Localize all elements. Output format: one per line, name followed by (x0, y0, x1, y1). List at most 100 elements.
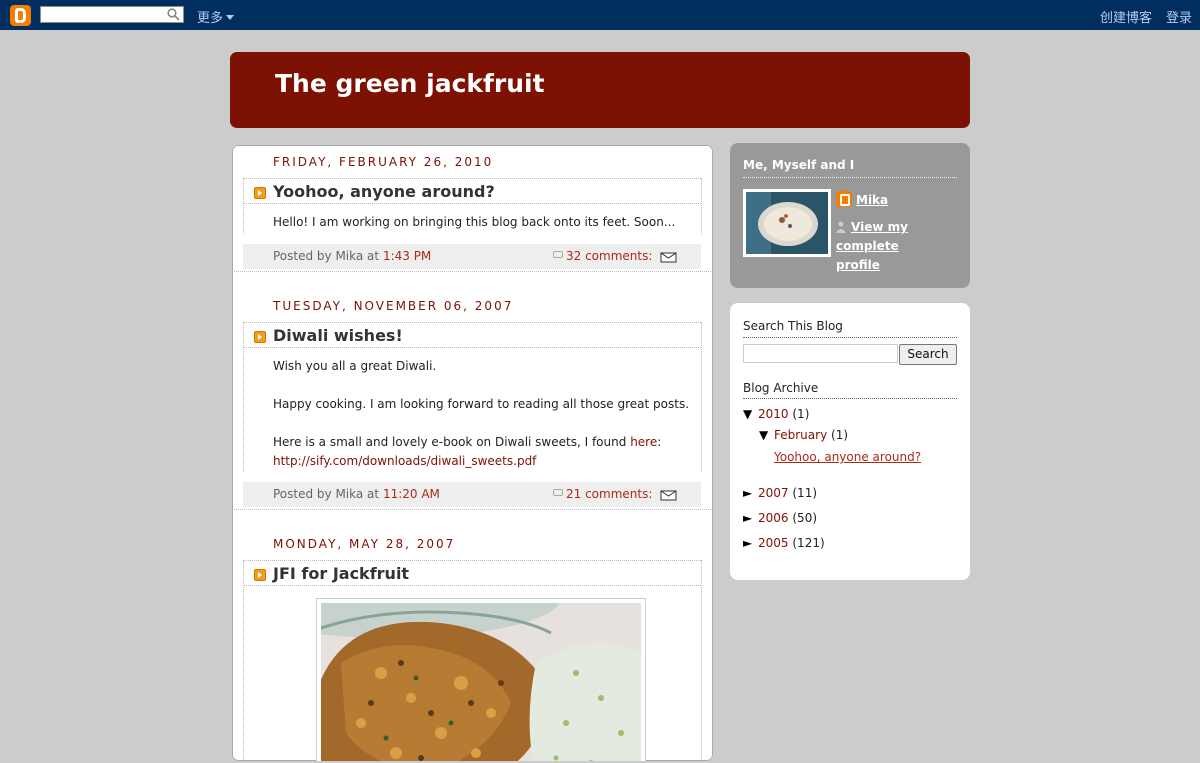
divider (743, 398, 957, 399)
divider (243, 585, 701, 586)
triangle-right-icon[interactable]: ► (743, 511, 758, 525)
archive-count: (50) (792, 511, 818, 525)
archive-month-february[interactable]: ▼ February (1) (759, 428, 848, 442)
triangle-right-icon[interactable]: ► (743, 536, 758, 550)
more-menu[interactable]: 更多 (197, 7, 235, 26)
comments-link[interactable]: 21 comments: (566, 487, 652, 501)
post-time-link[interactable]: 1:43 PM (383, 249, 431, 263)
archive-year-2006[interactable]: ► 2006 (50) (743, 511, 817, 525)
post-footer: Posted by Mika at 11:20 AM 21 comments: (243, 482, 701, 507)
pdf-link[interactable]: http://sify.com/downloads/diwali_sweets.… (273, 454, 536, 468)
search-button[interactable]: Search (899, 344, 957, 365)
more-menu-label[interactable]: 更多 (197, 11, 223, 26)
login-link[interactable]: 登录 (1166, 7, 1192, 26)
profile-photo[interactable] (743, 189, 831, 257)
divider (701, 560, 702, 761)
profile-widget-title: Me, Myself and I (743, 158, 855, 172)
post-bullet-icon (254, 331, 266, 343)
post-bullet-icon (254, 569, 266, 581)
post-meta: Posted by Mika at 11:20 AM (273, 487, 440, 501)
profile-photo-image (746, 192, 828, 254)
divider (743, 177, 957, 178)
divider (243, 560, 701, 561)
search-icon[interactable] (167, 8, 180, 21)
posted-by-label: Posted by Mika at (273, 487, 380, 501)
archive-count: (11) (792, 486, 818, 500)
biryani-raita-photo (321, 603, 641, 761)
blog-search-input[interactable] (743, 344, 898, 363)
navbar-search-input[interactable] (40, 6, 184, 23)
main-content: Friday, February 26, 2010 Yoohoo, anyone… (230, 143, 715, 763)
sidebar-widgets: Search This Blog Search Blog Archive ▼ 20… (730, 303, 970, 580)
archive-month-link[interactable]: February (774, 428, 827, 442)
archive-post-link[interactable]: Yoohoo, anyone around? (774, 450, 921, 464)
post-title[interactable]: Diwali wishes! (273, 326, 403, 345)
post-time-link[interactable]: 11:20 AM (383, 487, 440, 501)
blogger-logo-icon[interactable] (10, 5, 31, 26)
archive-post-item[interactable]: Yoohoo, anyone around? (774, 450, 921, 464)
divider (243, 322, 244, 472)
divider (701, 322, 702, 472)
comment-icon (553, 251, 563, 258)
archive-year-link[interactable]: 2007 (758, 486, 789, 500)
post-paragraph: Happy cooking. I am looking forward to r… (273, 397, 690, 411)
divider (743, 337, 957, 338)
view-profile-link[interactable]: View my complete profile (836, 218, 946, 275)
create-blog-link[interactable]: 创建博客 (1100, 7, 1152, 26)
here-link[interactable]: here (630, 435, 657, 449)
bowl-photo (746, 192, 828, 254)
archive-year-link[interactable]: 2006 (758, 511, 789, 525)
post-bullet-icon (254, 187, 266, 199)
post-paragraph: http://sify.com/downloads/diwali_sweets.… (273, 452, 693, 471)
comment-icon (553, 489, 563, 496)
profile-name-link[interactable]: Mika (856, 193, 888, 207)
post-body: Wish you all a great Diwali. Happy cooki… (273, 357, 693, 471)
post-paragraph: Wish you all a great Diwali. (273, 359, 437, 373)
post-paragraph-text: Here is a small and lovely e-book on Diw… (273, 435, 627, 449)
divider (243, 560, 244, 761)
divider (243, 347, 701, 348)
archive-year-link[interactable]: 2005 (758, 536, 789, 550)
blogger-profile-icon (836, 191, 852, 207)
post-title[interactable]: Yoohoo, anyone around? (273, 182, 495, 201)
comments-link[interactable]: 32 comments: (566, 249, 652, 263)
post-date: Friday, February 26, 2010 (273, 155, 494, 169)
archive-count: (1) (831, 428, 849, 442)
post-title[interactable]: JFI for Jackfruit (273, 564, 409, 583)
navbar: 更多 创建博客 登录 (0, 0, 1200, 30)
archive-count: (121) (792, 536, 825, 550)
archive-year-2007[interactable]: ► 2007 (11) (743, 486, 817, 500)
post-photo[interactable] (316, 598, 646, 761)
archive-year-2005[interactable]: ► 2005 (121) (743, 536, 825, 550)
triangle-right-icon[interactable]: ► (743, 486, 758, 500)
post-date: Tuesday, November 06, 2007 (273, 299, 514, 313)
post-footer: Posted by Mika at 1:43 PM 32 comments: (243, 244, 701, 269)
divider (243, 322, 701, 323)
email-post-icon[interactable] (660, 489, 677, 501)
triangle-down-icon[interactable]: ▼ (743, 407, 758, 421)
divider (243, 178, 701, 179)
archive-year-link[interactable]: 2010 (758, 407, 789, 421)
divider (232, 271, 713, 272)
caret-down-icon[interactable] (226, 15, 235, 20)
post-paragraph: Here is a small and lovely e-book on Diw… (273, 435, 662, 449)
archive-year-2010[interactable]: ▼ 2010 (1) (743, 407, 809, 421)
blog-title[interactable]: The green jackfruit (275, 69, 545, 98)
post-date: Monday, May 28, 2007 (273, 537, 456, 551)
divider (701, 178, 702, 234)
post-meta: Posted by Mika at 1:43 PM (273, 249, 431, 263)
profile-widget: Me, Myself and I Mika View my complete p… (730, 143, 970, 288)
email-post-icon[interactable] (660, 251, 677, 263)
post-paragraph: Hello! I am working on bringing this blo… (273, 215, 676, 229)
archive-count: (1) (792, 407, 810, 421)
triangle-down-icon[interactable]: ▼ (759, 428, 774, 442)
post-body: Hello! I am working on bringing this blo… (273, 213, 693, 232)
food-photo (321, 603, 641, 761)
blog-header: The green jackfruit (230, 52, 970, 128)
divider (232, 509, 713, 510)
posted-by-label: Posted by Mika at (273, 249, 380, 263)
archive-widget-title: Blog Archive (743, 381, 819, 395)
divider (243, 203, 701, 204)
divider (243, 178, 244, 234)
search-widget-title: Search This Blog (743, 319, 843, 333)
